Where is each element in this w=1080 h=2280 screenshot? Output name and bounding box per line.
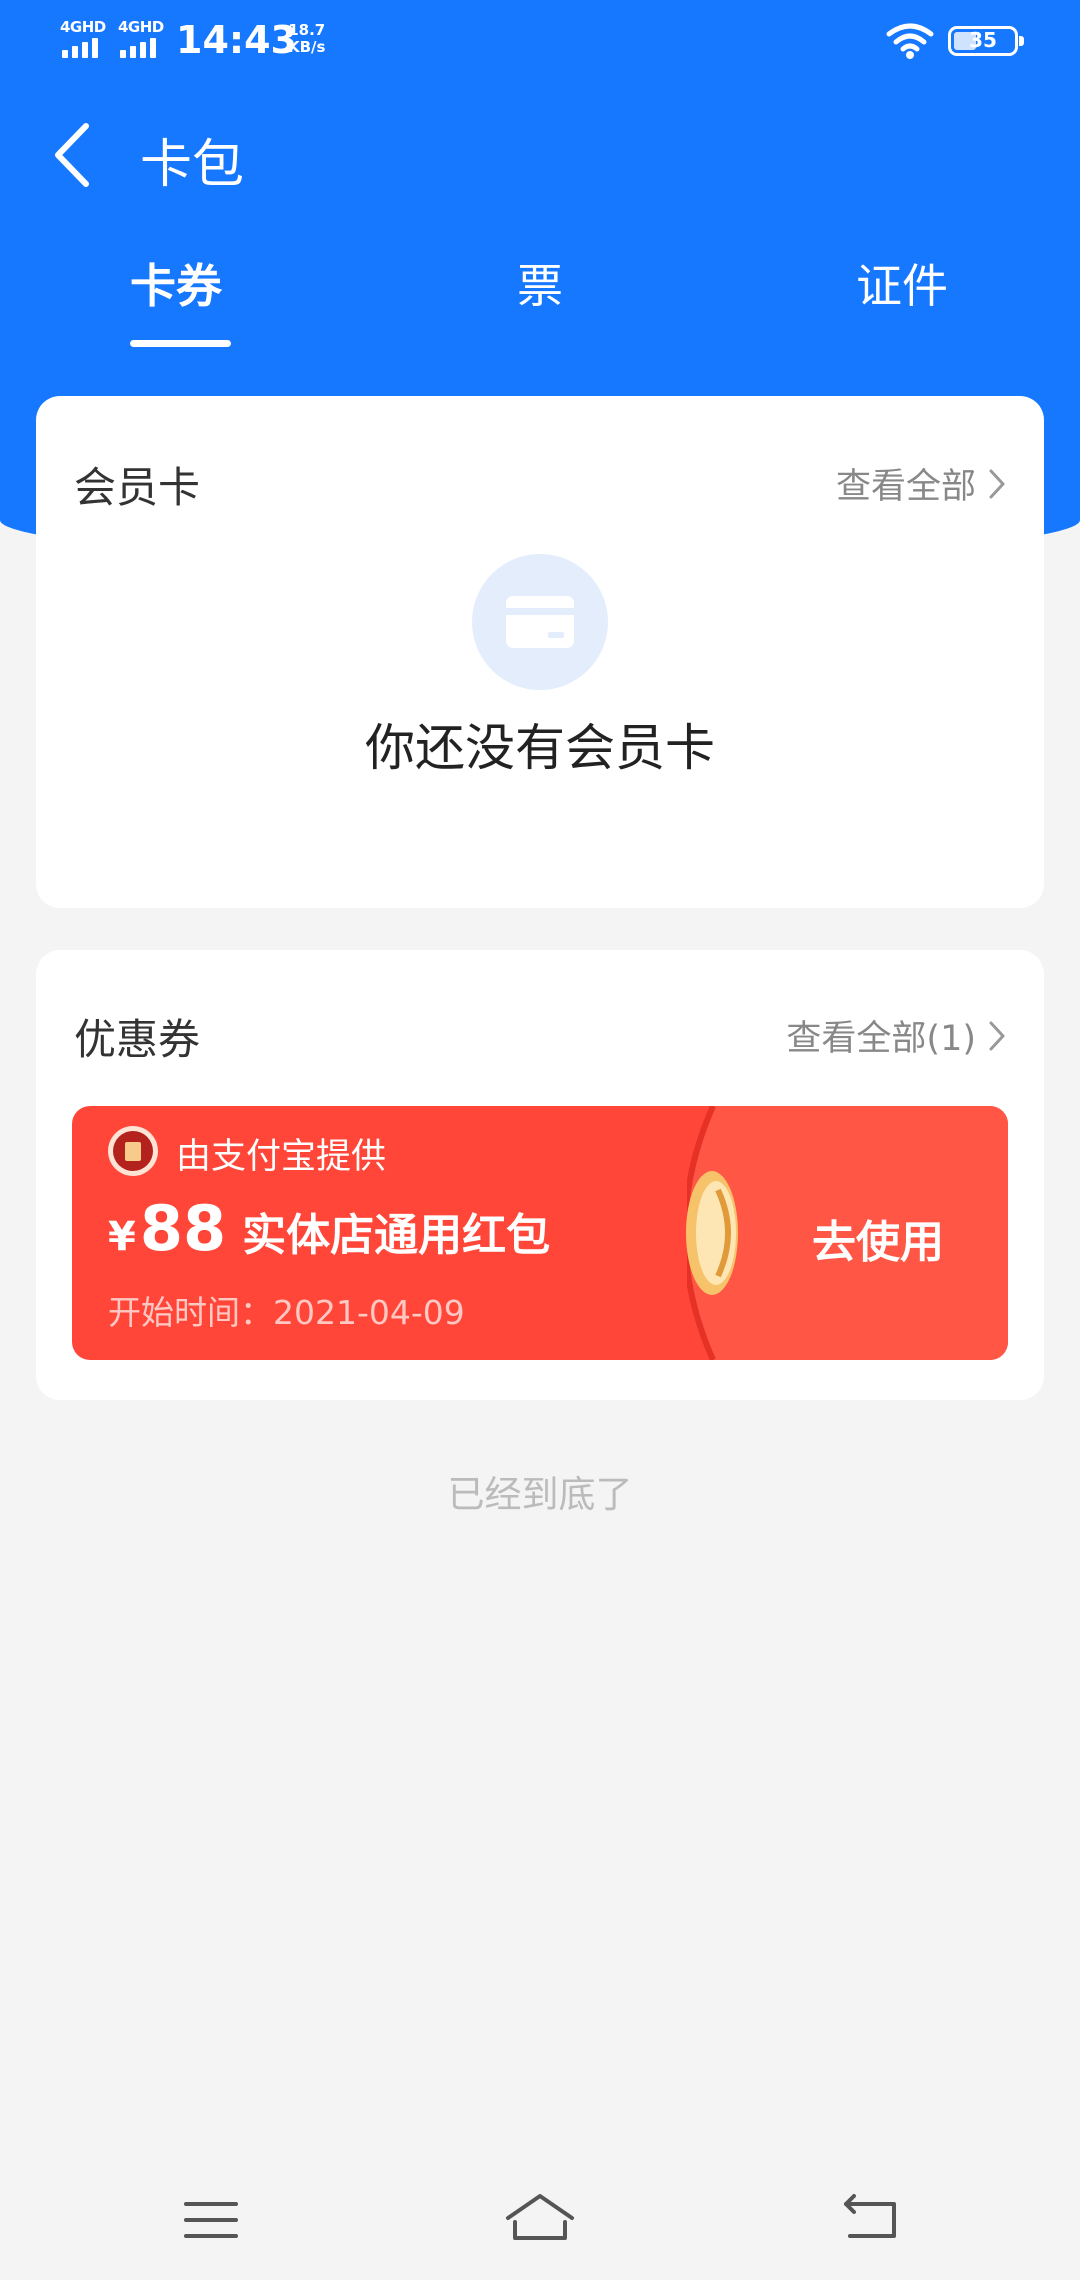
member-card-section: 会员卡 查看全部 你还没有会员卡 [36, 396, 1044, 908]
tab-certificates[interactable]: 证件 [856, 250, 948, 316]
section-title: 优惠券 [74, 1015, 201, 1064]
view-all-label: 查看全部 [835, 467, 976, 507]
currency-symbol: ¥ [108, 1214, 136, 1260]
coupon-amount: 88 [139, 1192, 227, 1265]
red-packet-icon [108, 1126, 158, 1176]
back-icon[interactable] [836, 2190, 906, 2250]
page-title: 卡包 [140, 135, 245, 195]
use-coupon-button[interactable]: 去使用 [812, 1206, 944, 1270]
tab-cards-coupons[interactable]: 卡券 [130, 250, 222, 316]
gold-coin-icon [686, 1171, 738, 1295]
status-time: 14:43 [176, 18, 297, 62]
view-all-coupons[interactable]: 查看全部(1) [786, 1010, 1006, 1061]
battery-level: 35 [969, 28, 997, 52]
red-packet-coupon[interactable]: 由支付宝提供 ¥ 88 实体店通用红包 开始时间：2021-04-09 去使用 [72, 1106, 1008, 1360]
network-speed-unit: KB/s [288, 38, 326, 56]
coupon-amount-row: ¥ 88 实体店通用红包 [108, 1192, 550, 1265]
active-tab-indicator [130, 340, 231, 347]
card-icon [472, 554, 608, 690]
chevron-right-icon [989, 1021, 1005, 1050]
chevron-right-icon [989, 469, 1005, 498]
home-icon[interactable] [505, 2190, 575, 2250]
empty-state-text: 你还没有会员卡 [365, 719, 715, 777]
wallet-page: 4GHD 4GHD 14:43 18.7 KB/s 35 卡包 卡券 票 证件 … [0, 0, 1080, 2280]
status-bar: 4GHD 4GHD 14:43 18.7 KB/s 35 [0, 0, 1080, 84]
coupon-name: 实体店通用红包 [242, 1210, 551, 1261]
menu-icon[interactable] [176, 2190, 246, 2250]
view-all-member-cards[interactable]: 查看全部 [836, 458, 1006, 509]
signal-icon: 4GHD [118, 18, 170, 58]
back-button[interactable] [44, 120, 104, 190]
signal-icon: 4GHD [60, 18, 112, 58]
signal-tag: 4GHD [118, 18, 164, 36]
battery-icon: 35 [948, 26, 1024, 56]
coupon-provider: 由支付宝提供 [176, 1137, 387, 1177]
view-all-label: 查看全部(1) [786, 1019, 976, 1059]
signal-tag: 4GHD [60, 18, 106, 36]
wifi-icon [886, 23, 934, 59]
section-title: 会员卡 [74, 463, 201, 512]
tab-bar: 卡券 票 证件 [0, 250, 1080, 360]
coupon-section: 优惠券 查看全部(1) 由支付宝提供 ¥ 88 实体店通用红包 开始时间：202… [36, 950, 1044, 1400]
tab-tickets[interactable]: 票 [517, 250, 563, 316]
network-speed: 18.7 KB/s [288, 22, 325, 56]
coupon-start-date: 开始时间：2021-04-09 [108, 1293, 465, 1332]
system-nav-bar [0, 2160, 1080, 2280]
network-speed-value: 18.7 [288, 21, 326, 39]
end-of-list-text: 已经到底了 [447, 1473, 633, 1516]
